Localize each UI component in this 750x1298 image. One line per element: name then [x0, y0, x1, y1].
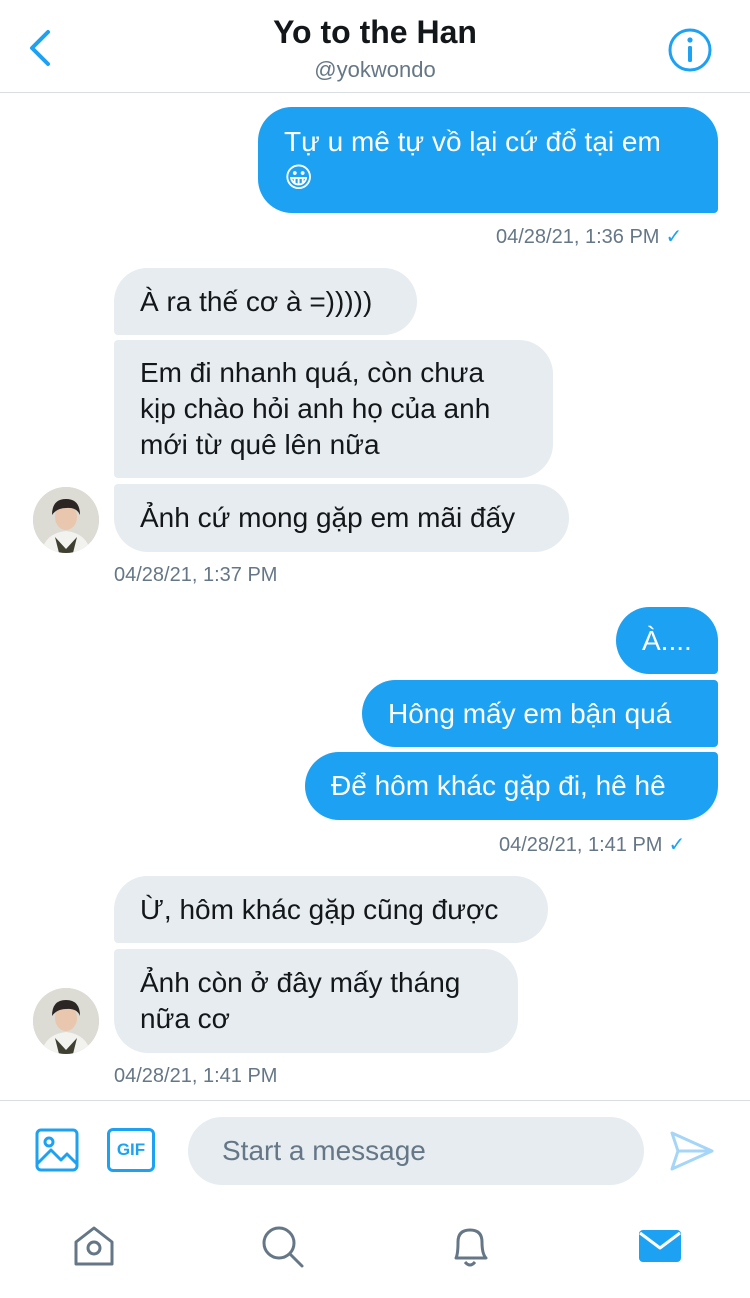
conversation-header: Yo to the Han @yokwondo — [0, 0, 750, 93]
message-text: À.... — [642, 624, 692, 656]
message-bubble-incoming[interactable]: Ảnh còn ở đây mấy tháng nữa cơ — [114, 949, 518, 1053]
bottom-tab-bar — [0, 1200, 750, 1298]
conversation-title[interactable]: Yo to the Han — [0, 14, 750, 51]
message-timestamp: 04/28/21, 1:41 PM ✓ — [499, 834, 686, 856]
message-input[interactable] — [188, 1117, 644, 1185]
gif-icon[interactable]: GIF — [107, 1128, 155, 1172]
bell-icon[interactable] — [446, 1222, 494, 1270]
send-icon[interactable] — [668, 1127, 716, 1175]
message-bubble-incoming[interactable]: Ảnh cứ mong gặp em mãi đấy — [114, 484, 569, 552]
message-bubble-outgoing[interactable]: À.... — [616, 607, 718, 674]
mail-icon[interactable] — [636, 1222, 684, 1270]
message-timestamp: 04/28/21, 1:36 PM ✓ — [496, 226, 683, 248]
message-bubble-incoming[interactable]: À ra thế cơ à =))))) — [114, 268, 417, 335]
avatar[interactable] — [33, 487, 99, 553]
search-icon[interactable] — [258, 1222, 306, 1270]
message-text: Tự u mê tự vồ lại cứ đổ tại em 😀 — [284, 126, 661, 193]
message-text: À ra thế cơ à =))))) — [140, 285, 373, 317]
message-bubble-incoming[interactable]: Em đi nhanh quá, còn chưa kịp chào hỏi a… — [114, 340, 553, 478]
message-text: Hông mấy em bận quá — [388, 697, 672, 729]
message-text: Để hôm khác gặp đi, hê hê — [331, 770, 666, 801]
avatar[interactable] — [33, 988, 99, 1054]
message-composer: GIF — [0, 1100, 750, 1200]
message-bubble-outgoing[interactable]: Tự u mê tự vồ lại cứ đổ tại em 😀 — [258, 107, 718, 213]
info-icon[interactable] — [667, 27, 713, 73]
message-text: Em đi nhanh quá, còn chưa kịp chào hỏi a… — [140, 357, 491, 460]
message-text: Ảnh còn ở đây mấy tháng nữa cơ — [140, 967, 461, 1034]
read-check-icon: ✓ — [668, 834, 686, 856]
message-timestamp: 04/28/21, 1:37 PM — [114, 564, 278, 586]
message-bubble-outgoing[interactable]: Hông mấy em bận quá — [362, 680, 718, 747]
home-icon[interactable] — [70, 1222, 118, 1270]
message-text: Ảnh cứ mong gặp em mãi đấy — [140, 502, 516, 533]
message-timestamp: 04/28/21, 1:41 PM — [114, 1065, 278, 1087]
message-bubble-incoming[interactable]: Ừ, hôm khác gặp cũng được — [114, 876, 548, 943]
conversation-handle[interactable]: @yokwondo — [0, 57, 750, 83]
message-bubble-outgoing[interactable]: Để hôm khác gặp đi, hê hê — [305, 752, 718, 820]
read-check-icon: ✓ — [665, 226, 683, 248]
avatar-image — [33, 988, 99, 1054]
message-text: Ừ, hôm khác gặp cũng được — [140, 893, 499, 925]
avatar-image — [33, 487, 99, 553]
image-icon[interactable] — [35, 1128, 79, 1172]
